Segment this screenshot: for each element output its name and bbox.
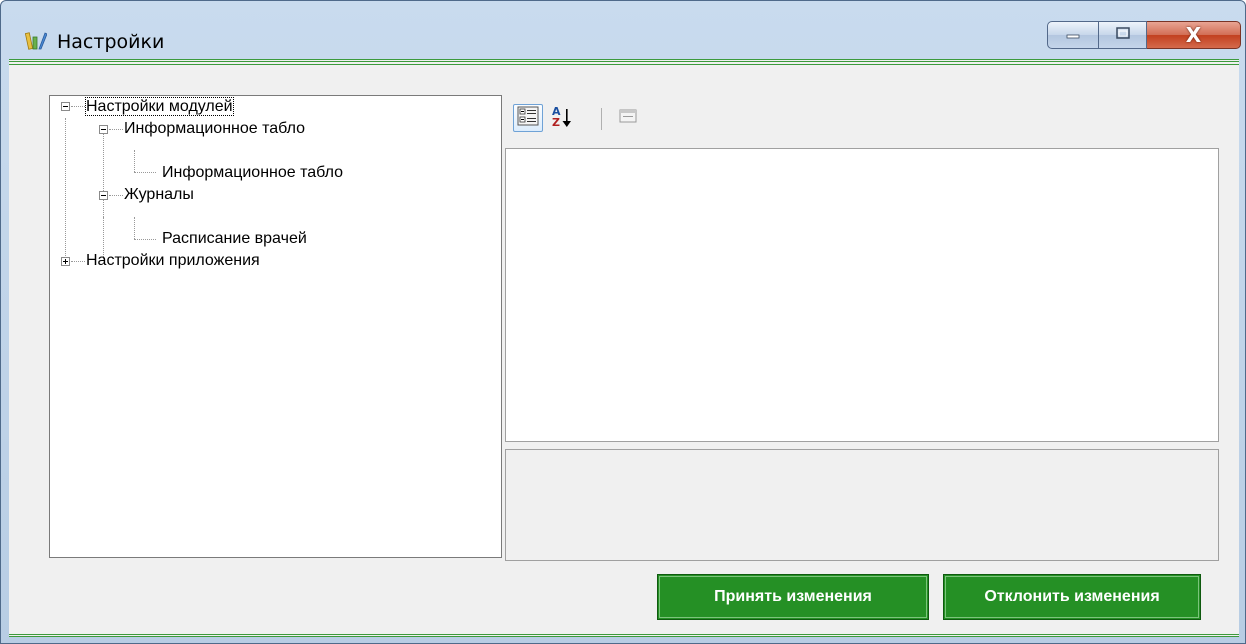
maximize-button[interactable] [1099, 21, 1147, 49]
tree-line [71, 106, 85, 108]
property-pages-icon [618, 107, 638, 130]
property-grid-toolbar: A Z [507, 98, 707, 134]
close-button[interactable]: X [1147, 21, 1241, 49]
client-area: Настройки модулей Информационное табло И… [9, 59, 1239, 637]
sort-alphabetical-button[interactable]: A Z [547, 104, 577, 132]
maximize-icon [1115, 26, 1131, 45]
tree-line [134, 150, 136, 172]
title-bar[interactable]: Настройки X [1, 1, 1245, 59]
tree-node-doctor-schedule[interactable]: Расписание врачей [162, 228, 307, 250]
top-divider [9, 64, 1239, 65]
property-grid[interactable] [505, 148, 1219, 442]
tree-line [71, 261, 85, 263]
collapse-icon[interactable] [99, 191, 108, 200]
settings-window: Настройки X Настройки модулей Информацио… [0, 0, 1246, 644]
tree-node-label: Расписание врачей [162, 230, 307, 247]
tree-node-app-settings[interactable]: Настройки приложения [86, 250, 260, 272]
sort-az-icon: A Z [549, 105, 575, 130]
tree-line [109, 129, 123, 131]
tree-line [134, 239, 156, 241]
settings-tree[interactable]: Настройки модулей Информационное табло И… [49, 95, 502, 558]
reject-changes-button[interactable]: Отклонить изменения [943, 574, 1201, 620]
tree-node-label: Информационное табло [162, 164, 344, 181]
tree-node-label: Настройки модулей [85, 97, 234, 116]
tree-line [109, 195, 123, 197]
tree-node-journals[interactable]: Журналы [124, 184, 194, 206]
tree-node-label: Настройки приложения [86, 252, 260, 269]
minimize-button[interactable] [1047, 21, 1099, 49]
collapse-icon[interactable] [61, 102, 70, 111]
expand-icon[interactable] [61, 257, 70, 266]
tree-line [65, 118, 67, 258]
minimize-icon [1065, 26, 1081, 44]
tree-node-label: Информационное табло [124, 120, 306, 137]
categorized-button[interactable] [513, 104, 543, 132]
tree-line [134, 217, 136, 239]
categorized-icon [517, 106, 539, 131]
collapse-icon[interactable] [99, 125, 108, 134]
tree-node-label: Журналы [124, 186, 194, 203]
accept-changes-button[interactable]: Принять изменения [657, 574, 929, 620]
app-icon [24, 29, 48, 51]
toolbar-separator [601, 108, 602, 130]
close-icon: X [1185, 23, 1202, 47]
property-description-panel [505, 449, 1219, 561]
tree-line [134, 172, 156, 174]
tree-node-module-settings[interactable]: Настройки модулей [85, 96, 234, 118]
window-title: Настройки [57, 31, 165, 53]
tree-node-info-board[interactable]: Информационное табло [162, 162, 343, 184]
tree-node-info-board-group[interactable]: Информационное табло [124, 118, 305, 140]
property-pages-button[interactable] [613, 104, 643, 132]
window-controls: X [1047, 21, 1241, 51]
